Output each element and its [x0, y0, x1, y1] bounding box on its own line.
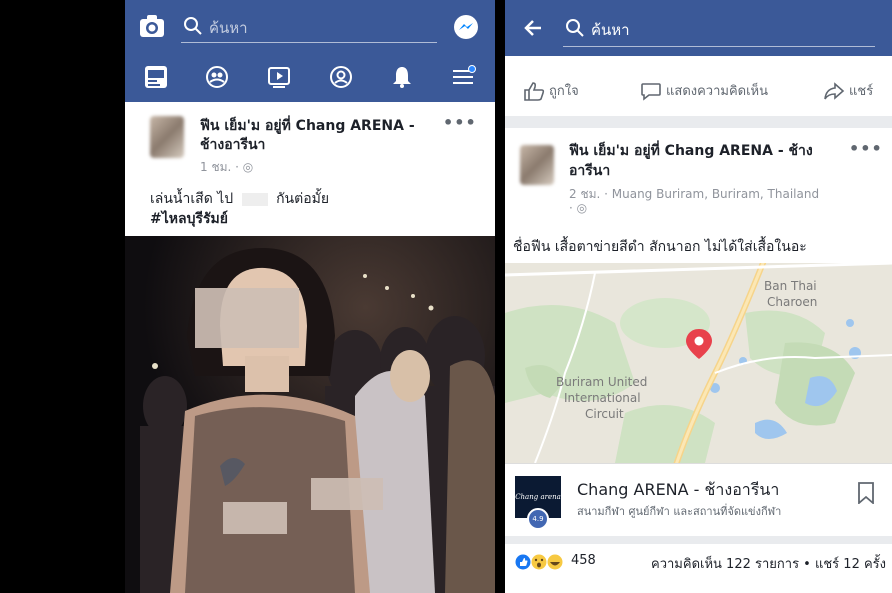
comment-bubble-icon: [641, 82, 661, 101]
messenger-icon[interactable]: [453, 14, 479, 44]
search-icon[interactable]: [183, 16, 203, 40]
left-feed-panel: ค้นหา ฟีน เย็ม'ม อยู่ที่ Chang ARENA - ช…: [125, 0, 495, 593]
comment-button[interactable]: แสดงความคิดเห็น: [640, 80, 768, 101]
map-label-circuit-2: International: [564, 391, 641, 405]
like-label: ถูกใจ: [549, 84, 579, 99]
profile-icon[interactable]: [327, 65, 355, 89]
save-bookmark-icon[interactable]: [857, 482, 875, 508]
like-button[interactable]: ถูกใจ: [523, 80, 579, 101]
map-graphic: [505, 263, 892, 463]
author-avatar-detail[interactable]: [520, 145, 554, 185]
share-label: แชร์: [849, 84, 874, 99]
censor-blur-chest-left: [223, 502, 287, 534]
comments-shares-summary[interactable]: ความคิดเห็น 122 รายการ • แชร์ 12 ครั้ง: [651, 553, 886, 574]
comment-label: แสดงความคิดเห็น: [666, 84, 769, 99]
place-rating-badge: 4.9: [527, 508, 549, 530]
censor-blur-chest-right: [311, 478, 383, 510]
share-arrow-icon: [824, 81, 845, 100]
news-feed-icon[interactable]: [142, 65, 170, 89]
reaction-icons[interactable]: [515, 554, 563, 570]
more-options-icon[interactable]: •••: [443, 113, 477, 132]
post-text: เล่นน้ำเสีด ไป กันต่อมั้ย: [150, 188, 329, 210]
watch-icon[interactable]: [265, 65, 293, 89]
post-text-part1: เล่นน้ำเสีด ไป: [150, 191, 234, 207]
censor-blur-face: [195, 288, 299, 348]
place-divider: [505, 536, 892, 544]
post-time[interactable]: 1 ชม. · ◎: [200, 158, 253, 177]
post-photo[interactable]: [125, 236, 495, 593]
right-post-panel: ค้นหา ถูกใจ แสดงความคิดเห็น แชร์ ฟีน เย็…: [505, 0, 892, 593]
top-bar-detail: ค้นหา: [505, 0, 892, 56]
menu-icon[interactable]: [450, 65, 478, 89]
author-avatar[interactable]: [150, 116, 184, 158]
tab-bar: [125, 52, 495, 102]
night-crowd-photo: [125, 236, 495, 593]
place-card[interactable]: Chang arena 4.9 Chang ARENA - ช้างอารีนา…: [505, 463, 892, 536]
map-label-ban-thai: Ban Thai: [764, 279, 817, 293]
map-label-circuit-1: Buriram United: [556, 375, 648, 389]
camera-icon[interactable]: [139, 14, 165, 38]
search-input-detail[interactable]: ค้นหา: [591, 18, 630, 42]
author-name-detail[interactable]: ฟีน เย็ม'ม อยู่ที่ Chang ARENA - ช้าง: [569, 140, 813, 162]
location-map[interactable]: Ban Thai Charoen Buriram United Internat…: [505, 263, 892, 463]
post-time-location[interactable]: 2 ชม. · Muang Buriram, Buriram, Thailand: [569, 185, 819, 204]
post-card: ฟีน เย็ม'ม อยู่ที่ Chang ARENA - ช้างอาร…: [125, 102, 495, 238]
reaction-count[interactable]: 458: [571, 553, 596, 568]
more-options-icon-detail[interactable]: •••: [849, 139, 883, 158]
redacted-mark: [241, 192, 268, 206]
post-hashtag[interactable]: #ไหลบุรีรัมย์: [150, 208, 228, 230]
section-divider: [505, 116, 892, 128]
author-name-line2[interactable]: ช้างอารีนา: [200, 134, 265, 156]
map-label-circuit-3: Circuit: [585, 407, 624, 421]
post-text-part2: กันต่อมั้ย: [276, 191, 330, 207]
map-label-charoen: Charoen: [767, 295, 818, 309]
top-bar: ค้นหา: [125, 0, 495, 52]
search-input[interactable]: ค้นหา: [209, 16, 248, 40]
place-logo-text: Chang arena: [515, 493, 561, 501]
search-icon-detail[interactable]: [565, 18, 585, 42]
place-name[interactable]: Chang ARENA - ช้างอารีนา: [577, 478, 779, 503]
groups-icon[interactable]: [203, 65, 231, 89]
thumbs-up-icon: [524, 81, 545, 101]
share-button[interactable]: แชร์: [823, 80, 873, 101]
back-arrow-icon[interactable]: [523, 18, 543, 42]
place-category: สนามกีฬา ศูนย์กีฬา และสถานที่จัดแข่งกีฬา: [577, 505, 782, 518]
author-name-detail-line2[interactable]: อารีนา: [569, 160, 610, 182]
notifications-bell-icon[interactable]: [388, 65, 416, 89]
post-privacy[interactable]: · ◎: [569, 201, 587, 215]
post-text-detail: ชื่อฟีน เสื้อตาข่ายสีดำ สักนาอก ไม่ได้ใส…: [513, 239, 807, 255]
